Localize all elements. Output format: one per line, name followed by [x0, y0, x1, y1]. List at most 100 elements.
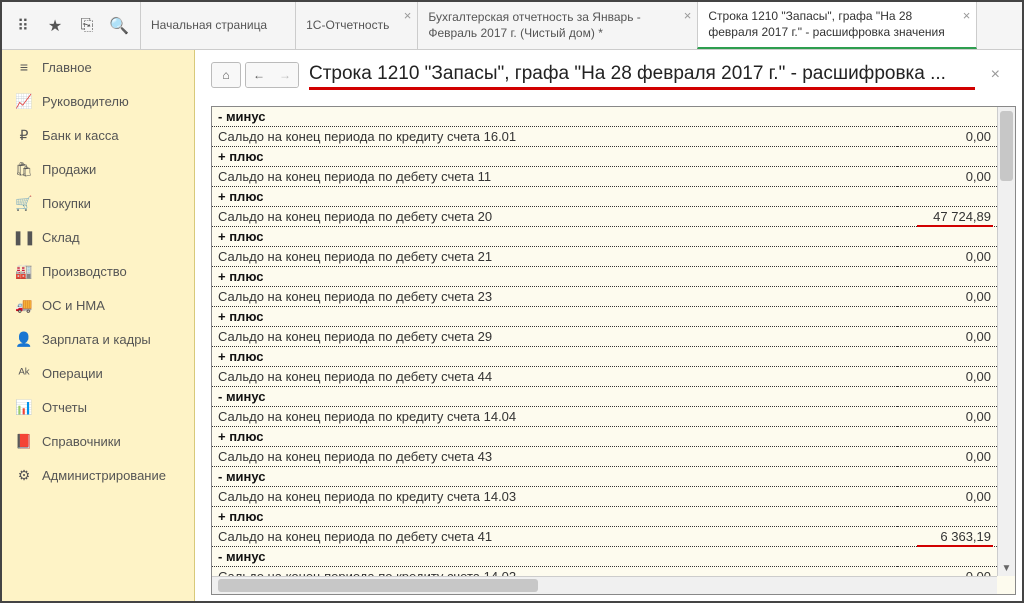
row-label: Сальдо на конец периода по дебету счета … — [212, 327, 897, 347]
section-header: + плюс — [212, 507, 997, 527]
search-icon[interactable]: 🔍 — [104, 11, 134, 41]
section-header: - минус — [212, 387, 997, 407]
tab-close-icon[interactable]: × — [963, 8, 971, 25]
sidebar-label: Производство — [42, 264, 127, 279]
highlight-underline — [917, 545, 993, 547]
table-row[interactable]: Сальдо на конец периода по дебету счета … — [212, 527, 997, 547]
table-row[interactable]: + плюс — [212, 147, 997, 167]
table-row[interactable]: + плюс — [212, 507, 997, 527]
table-row[interactable]: + плюс — [212, 307, 997, 327]
nav-buttons: ⌂ ← → — [211, 62, 299, 88]
sidebar-item-1[interactable]: 📈Руководителю — [2, 84, 194, 118]
sidebar-icon: ₽ — [16, 127, 32, 143]
sidebar-item-0[interactable]: ≡Главное — [2, 50, 194, 84]
table-row[interactable]: Сальдо на конец периода по дебету счета … — [212, 367, 997, 387]
sidebar-item-8[interactable]: 👤Зарплата и кадры — [2, 322, 194, 356]
row-label: Сальдо на конец периода по дебету счета … — [212, 207, 897, 227]
tabs: Начальная страница 1С-Отчетность × Бухгалте… — [140, 2, 1022, 49]
row-label: Сальдо на конец периода по дебету счета … — [212, 167, 897, 187]
section-header: + плюс — [212, 147, 997, 167]
section-header: + плюс — [212, 347, 997, 367]
table-row[interactable]: + плюс — [212, 227, 997, 247]
tab-label: 1С-Отчетность — [306, 18, 389, 34]
sidebar-item-11[interactable]: 📕Справочники — [2, 424, 194, 458]
row-value: 0,00 — [897, 287, 997, 307]
sidebar-icon: 🚚 — [16, 297, 32, 313]
table-row[interactable]: + плюс — [212, 347, 997, 367]
sidebar-label: Справочники — [42, 434, 121, 449]
sidebar-icon: ❚❚ — [16, 229, 32, 245]
table-row[interactable]: Сальдо на конец периода по кредиту счета… — [212, 127, 997, 147]
table-row[interactable]: Сальдо на конец периода по дебету счета … — [212, 207, 997, 227]
table-row[interactable]: Сальдо на конец периода по дебету счета … — [212, 447, 997, 467]
sidebar-item-6[interactable]: 🏭 Производство — [2, 254, 194, 288]
row-value: 0,00 — [897, 487, 997, 507]
page-title: Строка 1210 "Запасы", графа "На 28 февра… — [309, 63, 975, 88]
row-label: Сальдо на конец периода по кредиту счета… — [212, 567, 897, 577]
table-row[interactable]: + плюс — [212, 187, 997, 207]
home-button[interactable]: ⌂ — [211, 62, 241, 88]
sidebar-label: Руководителю — [42, 94, 129, 109]
tab-close-icon[interactable]: × — [404, 8, 412, 25]
vertical-scrollbar[interactable]: ▲ ▼ — [997, 107, 1015, 576]
table-row[interactable]: Сальдо на конец периода по дебету счета … — [212, 287, 997, 307]
section-header: - минус — [212, 547, 997, 567]
sidebar-item-5[interactable]: ❚❚Склад — [2, 220, 194, 254]
table-row[interactable]: Сальдо на конец периода по кредиту счета… — [212, 487, 997, 507]
star-icon[interactable]: ★ — [40, 11, 70, 41]
table-row[interactable]: Сальдо на конец периода по дебету счета … — [212, 167, 997, 187]
section-header: - минус — [212, 107, 997, 127]
table-row[interactable]: Сальдо на конец периода по дебету счета … — [212, 247, 997, 267]
sidebar-item-12[interactable]: ⚙Администрирование — [2, 458, 194, 492]
table-area: - минусСальдо на конец периода по кредит… — [211, 106, 1016, 595]
table-row[interactable]: - минус — [212, 387, 997, 407]
row-value: 0,00 — [897, 327, 997, 347]
sidebar-icon: 🛍 — [16, 161, 32, 177]
sidebar-label: Отчеты — [42, 400, 87, 415]
history-nav: ← → — [245, 62, 299, 88]
sidebar-item-4[interactable]: 🛒Покупки — [2, 186, 194, 220]
tab-label: Бухгалтерская отчетность за Январь - Фев… — [428, 10, 669, 41]
row-value: 0,00 — [897, 167, 997, 187]
tab-2[interactable]: Бухгалтерская отчетность за Январь - Фев… — [417, 2, 697, 49]
clipboard-icon[interactable]: ⎘ — [72, 11, 102, 41]
table-row[interactable]: + плюс — [212, 267, 997, 287]
sidebar-label: Главное — [42, 60, 92, 75]
tab-1[interactable]: 1С-Отчетность × — [295, 2, 417, 49]
apps-icon[interactable]: ⠿ — [8, 11, 38, 41]
tab-close-icon[interactable]: × — [684, 8, 692, 25]
table-row[interactable]: - минус — [212, 547, 997, 567]
table-row[interactable]: - минус — [212, 107, 997, 127]
sidebar-label: Администрирование — [42, 468, 166, 483]
sidebar-icon: 📊 — [16, 399, 32, 415]
sidebar-label: Банк и касса — [42, 128, 119, 143]
sidebar-item-7[interactable]: 🚚ОС и НМА — [2, 288, 194, 322]
horizontal-scrollbar[interactable] — [212, 576, 997, 594]
row-value: 0,00 — [897, 247, 997, 267]
table-row[interactable]: - минус — [212, 467, 997, 487]
sidebar: ≡Главное📈Руководителю ₽ Банк и касса 🛍 Прода… — [2, 50, 195, 601]
sidebar-label: Продажи — [42, 162, 96, 177]
close-page-button[interactable]: × — [985, 66, 1006, 84]
sidebar-item-9[interactable]: ᴬᵏОперации — [2, 356, 194, 390]
table-row[interactable]: Сальдо на конец периода по кредиту счета… — [212, 567, 997, 577]
section-header: + плюс — [212, 227, 997, 247]
table-row[interactable]: Сальдо на конец периода по дебету счета … — [212, 327, 997, 347]
tab-0[interactable]: Начальная страница — [140, 2, 295, 49]
table-row[interactable]: Сальдо на конец периода по кредиту счета… — [212, 407, 997, 427]
sidebar-item-10[interactable]: 📊 Отчеты — [2, 390, 194, 424]
row-value: 0,00 — [897, 367, 997, 387]
sidebar-icon: 👤 — [16, 331, 32, 347]
row-label: Сальдо на конец периода по дебету счета … — [212, 367, 897, 387]
back-button[interactable]: ← — [246, 63, 272, 87]
topbar: ⠿ ★ ⎘ 🔍 Начальная страница 1С-Отчетность ×… — [2, 2, 1022, 50]
sidebar-label: Операции — [42, 366, 103, 381]
title-underline — [309, 87, 975, 90]
row-value: 47 724,89 — [897, 207, 997, 227]
tab-3[interactable]: Строка 1210 "Запасы", графа "На 28 февра… — [697, 2, 977, 49]
sidebar-icon: 🏭 — [16, 263, 32, 279]
table-row[interactable]: + плюс — [212, 427, 997, 447]
row-value: 0,00 — [897, 407, 997, 427]
sidebar-item-2[interactable]: ₽ Банк и касса — [2, 118, 194, 152]
sidebar-item-3[interactable]: 🛍 Продажи — [2, 152, 194, 186]
